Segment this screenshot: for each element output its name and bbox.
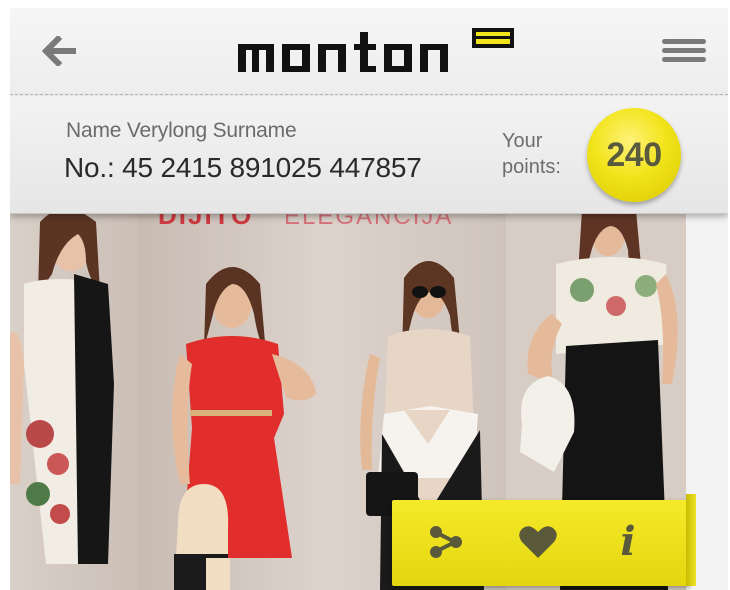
- card-number: No.: 45 2415 891025 447857: [64, 152, 422, 183]
- hamburger-menu-icon: [662, 39, 706, 62]
- info-button[interactable]: i: [602, 516, 654, 568]
- heart-icon: [519, 526, 557, 558]
- points-label: Your points:: [502, 128, 592, 180]
- top-bar: [10, 8, 728, 94]
- user-info-bar: Name Verylong Surname No.: 45 2415 89102…: [10, 96, 728, 214]
- banner-text-light: ELEGANCIJA: [284, 214, 453, 230]
- app-screen: Name Verylong Surname No.: 45 2415 89102…: [10, 8, 728, 590]
- back-button[interactable]: [40, 34, 80, 68]
- favorite-button[interactable]: [512, 516, 564, 568]
- monton-logo: [238, 28, 514, 72]
- action-bar: i: [392, 494, 696, 586]
- arrow-left-icon: [42, 36, 76, 66]
- share-button[interactable]: [420, 516, 472, 568]
- points-label-line1: Your: [502, 130, 543, 152]
- banner-text-bold: DIJITO: [158, 214, 253, 230]
- brand-logo: [236, 26, 526, 78]
- points-badge[interactable]: 240: [587, 108, 681, 202]
- menu-button[interactable]: [660, 36, 708, 66]
- info-icon: i: [620, 518, 636, 565]
- points-label-line2: points:: [502, 156, 561, 178]
- user-name: Name Verylong Surname: [66, 119, 297, 142]
- action-bar-fold: [686, 494, 696, 586]
- share-icon: [430, 526, 462, 558]
- header-divider: [10, 94, 728, 95]
